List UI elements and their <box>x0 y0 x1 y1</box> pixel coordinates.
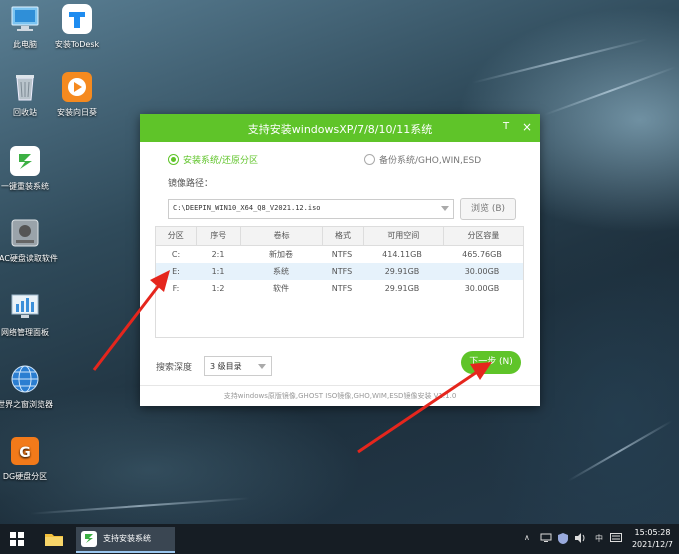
file-explorer-taskbar-icon[interactable] <box>42 527 66 551</box>
tray-network-icon[interactable] <box>540 533 552 545</box>
annotation-arrows <box>92 270 492 454</box>
windows-start-icon[interactable] <box>10 532 24 546</box>
taskbar-app-installer[interactable]: 支持安装系统 <box>76 527 175 553</box>
red-arrow-icon <box>357 362 492 454</box>
taskbar: 支持安装系统 ∧ 中 15:05:28 2021/12/7 <box>0 524 679 554</box>
clock-date: 2021/12/7 <box>631 540 673 549</box>
clock-time: 15:05:28 <box>634 528 671 537</box>
taskbar-app-label: 支持安装系统 <box>103 534 151 543</box>
reinstall-system-icon <box>80 530 98 551</box>
tray-shield-icon[interactable] <box>558 533 568 546</box>
tray-keyboard-icon[interactable] <box>610 533 622 544</box>
red-arrow-icon <box>92 270 170 371</box>
tray-chevron-up-icon[interactable]: ∧ <box>524 533 530 542</box>
tray-volume-icon[interactable] <box>574 533 586 545</box>
tray-language[interactable]: 中 <box>595 533 603 544</box>
system-clock[interactable]: 15:05:28 2021/12/7 <box>632 527 673 551</box>
